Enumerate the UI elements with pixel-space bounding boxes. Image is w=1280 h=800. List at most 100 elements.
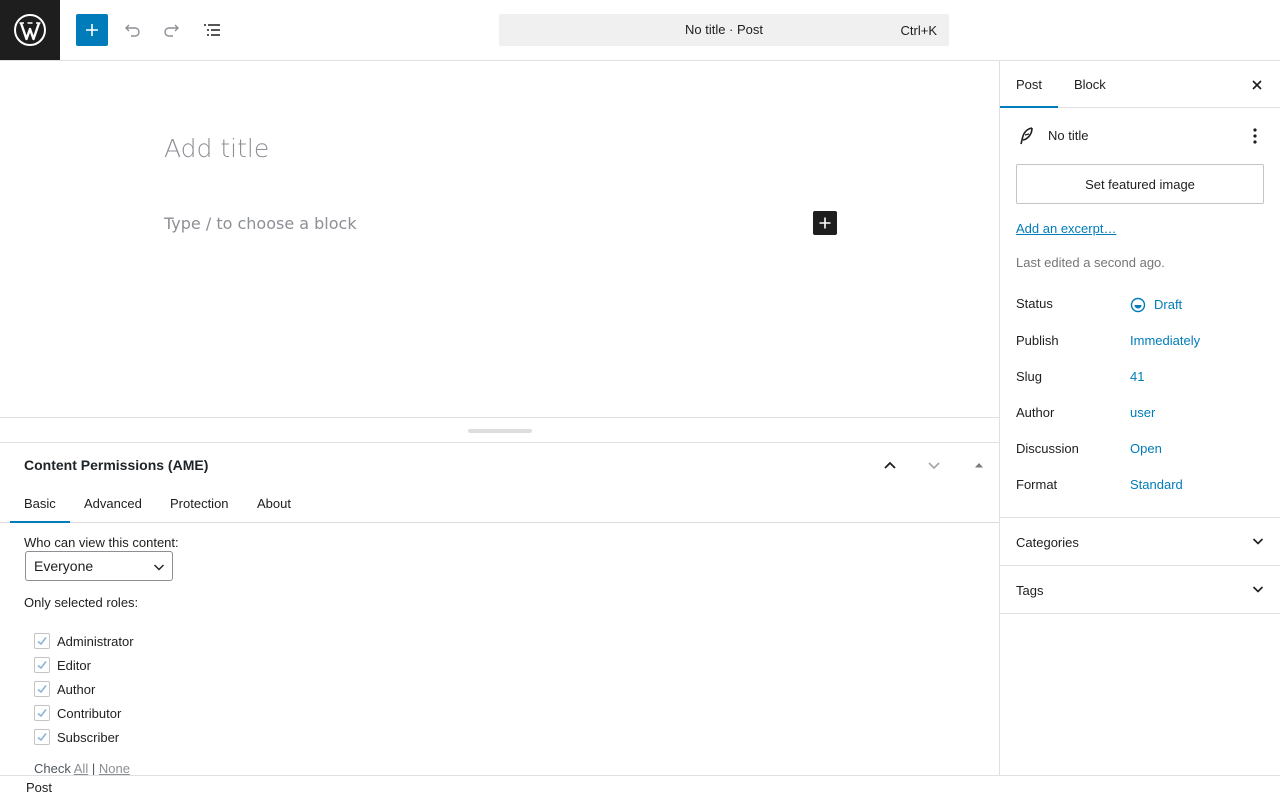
role-label: Author [57, 681, 96, 697]
move-up-button[interactable] [876, 453, 904, 477]
sidebar-tabs: Post Block [1000, 61, 1280, 108]
tab-about[interactable]: About [257, 483, 291, 523]
wordpress-logo-icon [14, 14, 46, 46]
close-sidebar-button[interactable] [1247, 75, 1267, 95]
chevron-down-icon [1252, 586, 1264, 593]
slug-row: Slug 41 [1016, 369, 1266, 389]
role-checkbox[interactable] [34, 633, 50, 649]
default-block-appender[interactable]: Type / to choose a block [164, 214, 357, 233]
document-overview-button[interactable] [196, 14, 228, 46]
format-row: Format Standard [1016, 477, 1266, 497]
role-label: Administrator [57, 633, 134, 649]
publish-label: Publish [1016, 333, 1059, 348]
undo-icon [125, 24, 140, 37]
categories-panel[interactable]: Categories [1000, 517, 1280, 565]
author-row: Author user [1016, 405, 1266, 425]
chevron-down-icon [928, 462, 940, 470]
checkmark-icon [37, 733, 47, 742]
tab-block[interactable]: Block [1058, 61, 1122, 108]
categories-panel-title: Categories [1016, 535, 1079, 550]
slug-button[interactable]: 41 [1130, 369, 1144, 384]
publish-row: Publish Immediately [1016, 333, 1266, 353]
role-label: Editor [57, 657, 91, 673]
tab-protection[interactable]: Protection [170, 483, 229, 523]
more-vertical-icon[interactable] [1244, 125, 1266, 147]
metabox-tabs: Basic Advanced Protection About [0, 483, 999, 523]
tags-panel[interactable]: Tags [1000, 565, 1280, 614]
status-label: Status [1016, 296, 1053, 311]
author-button[interactable]: user [1130, 405, 1155, 420]
role-checkbox[interactable] [34, 657, 50, 673]
triangle-up-icon [975, 463, 983, 468]
discussion-row: Discussion Open [1016, 441, 1266, 461]
role-row: Author [34, 680, 95, 698]
roles-label: Only selected roles: [24, 595, 139, 610]
checkmark-icon [37, 637, 47, 646]
role-checkbox[interactable] [34, 729, 50, 745]
view-select[interactable]: Everyone [25, 551, 173, 581]
discussion-label: Discussion [1016, 441, 1079, 456]
status-row: Status Draft [1016, 296, 1266, 316]
last-edited-text: Last edited a second ago. [1016, 255, 1165, 270]
content-permissions-metabox: Content Permissions (AME) Basic Advanced… [0, 443, 999, 775]
metabox-title: Content Permissions (AME) [24, 457, 209, 473]
tab-advanced[interactable]: Advanced [84, 483, 142, 523]
check-links: Check All | None [34, 761, 130, 775]
chevron-down-icon [1252, 538, 1264, 545]
chevron-down-icon [154, 564, 164, 571]
check-none-link[interactable]: None [99, 761, 130, 775]
inline-add-block-button[interactable] [813, 211, 837, 235]
undo-button[interactable] [116, 14, 148, 46]
toggle-panel-button[interactable] [965, 453, 993, 477]
role-row: Contributor [34, 704, 121, 722]
role-row: Administrator [34, 632, 134, 650]
role-label: Subscriber [57, 729, 120, 745]
post-title-input[interactable]: Add title [164, 134, 269, 163]
post-feather-icon [1020, 127, 1033, 145]
view-label: Who can view this content: [24, 535, 179, 550]
document-title[interactable]: No title · Post [499, 22, 949, 37]
publish-button[interactable]: Immediately [1130, 333, 1200, 348]
check-all-link[interactable]: All [74, 761, 88, 775]
move-down-button[interactable] [920, 453, 948, 477]
resize-handle[interactable] [468, 429, 532, 433]
breadcrumb[interactable]: Post [26, 780, 52, 795]
checkmark-icon [37, 709, 47, 718]
command-palette-bar[interactable]: No title · Post Ctrl+K [499, 14, 949, 46]
close-icon [1252, 80, 1262, 90]
wordpress-logo[interactable] [0, 0, 60, 60]
slug-label: Slug [1016, 369, 1043, 384]
author-label: Author [1016, 405, 1055, 420]
settings-sidebar: Post Block No title Set featured image A… [999, 61, 1280, 775]
plus-icon [86, 24, 98, 36]
discussion-button[interactable]: Open [1130, 441, 1162, 456]
format-button[interactable]: Standard [1130, 477, 1183, 492]
document-overview-icon [204, 24, 220, 36]
status-button[interactable]: Draft [1130, 296, 1182, 313]
add-block-button[interactable] [76, 14, 108, 46]
tags-panel-title: Tags [1016, 583, 1044, 598]
role-row: Editor [34, 656, 91, 674]
chevron-up-icon [884, 461, 896, 469]
plus-icon [819, 217, 831, 229]
check-label: Check [34, 761, 71, 775]
tab-post[interactable]: Post [1000, 61, 1059, 108]
post-card-title: No title [1048, 128, 1089, 143]
draft-status-icon [1130, 297, 1146, 313]
role-checkbox[interactable] [34, 705, 50, 721]
redo-button[interactable] [156, 14, 188, 46]
editor-canvas: Add title Type / to choose a block [0, 61, 999, 417]
add-excerpt-link[interactable]: Add an excerpt… [1016, 221, 1116, 236]
status-value: Draft [1154, 297, 1183, 312]
post-card: No title [1016, 125, 1266, 149]
format-label: Format [1016, 477, 1058, 492]
tab-basic[interactable]: Basic [10, 483, 70, 523]
block-breadcrumb-bar: Post [0, 775, 1280, 800]
metabox-resize-area [0, 417, 999, 443]
redo-icon [164, 24, 179, 37]
checkmark-icon [37, 685, 47, 694]
role-checkbox[interactable] [34, 681, 50, 697]
checkmark-icon [37, 661, 47, 670]
set-featured-image-button[interactable]: Set featured image [1016, 164, 1264, 204]
view-select-value: Everyone [34, 558, 94, 574]
